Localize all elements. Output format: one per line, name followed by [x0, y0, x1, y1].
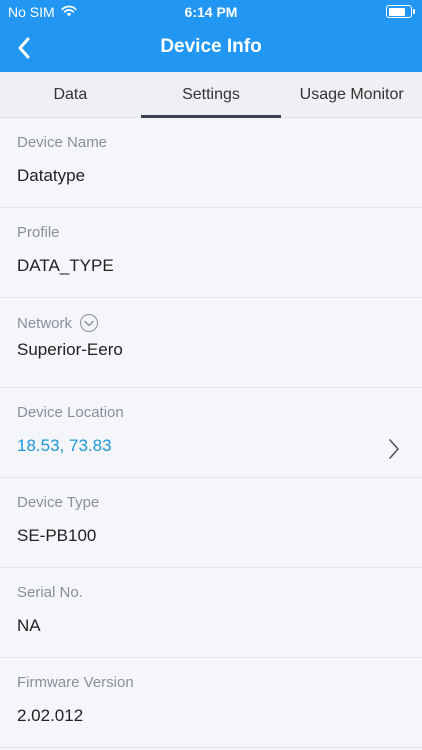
page-title: Device Info — [160, 36, 262, 57]
header: No SIM 6:14 PM Device Info — [0, 0, 422, 72]
chevron-right-icon[interactable] — [388, 438, 400, 465]
nav-bar: Device Info — [0, 24, 422, 72]
tab-bar: Data Settings Usage Monitor — [0, 72, 422, 118]
tab-settings-label: Settings — [182, 85, 240, 103]
serial-no-value: NA — [17, 616, 41, 635]
tab-usage-monitor[interactable]: Usage Monitor — [281, 72, 422, 117]
serial-no-row: Serial No. NA — [0, 568, 422, 658]
status-bar: No SIM 6:14 PM — [0, 0, 422, 24]
device-type-label: Device Type — [17, 494, 100, 511]
network-label: Network — [17, 314, 73, 332]
network-label-wrap: Network — [17, 314, 99, 332]
device-name-value: Datatype — [17, 166, 86, 185]
tab-data-label: Data — [53, 85, 88, 103]
settings-list: Device Name Datatype Profile DATA_TYPE N… — [0, 118, 422, 748]
device-location-value[interactable]: 18.53, 73.83 — [17, 436, 112, 456]
chevron-down-circle-icon[interactable] — [80, 314, 99, 332]
back-button[interactable] — [6, 30, 42, 66]
status-time: 6:14 PM — [184, 4, 238, 20]
serial-no-label: Serial No. — [17, 584, 83, 601]
firmware-version-row: Firmware Version 2.02.012 — [0, 658, 422, 748]
tab-settings[interactable]: Settings — [140, 72, 282, 118]
battery-icon — [386, 5, 415, 18]
status-right — [386, 5, 415, 18]
app-screen: No SIM 6:14 PM Device Info Data Settings… — [0, 0, 422, 750]
chevron-left-icon — [18, 37, 30, 59]
tab-data[interactable]: Data — [0, 72, 141, 117]
device-name-row[interactable]: Device Name Datatype — [0, 118, 422, 208]
profile-label: Profile — [17, 224, 60, 241]
firmware-version-label: Firmware Version — [17, 674, 134, 691]
network-value: Superior-Eero — [17, 340, 123, 359]
tab-usage-monitor-label: Usage Monitor — [299, 85, 404, 103]
network-row: Network Superior-Eero — [0, 298, 422, 388]
device-type-value: SE-PB100 — [17, 526, 97, 545]
profile-row: Profile DATA_TYPE — [0, 208, 422, 298]
device-type-row: Device Type SE-PB100 — [0, 478, 422, 568]
profile-value: DATA_TYPE — [17, 256, 114, 275]
firmware-version-value: 2.02.012 — [17, 706, 84, 725]
device-location-label: Device Location — [17, 404, 124, 421]
device-location-row[interactable]: Device Location 18.53, 73.83 — [0, 388, 422, 478]
device-name-label: Device Name — [17, 134, 108, 151]
